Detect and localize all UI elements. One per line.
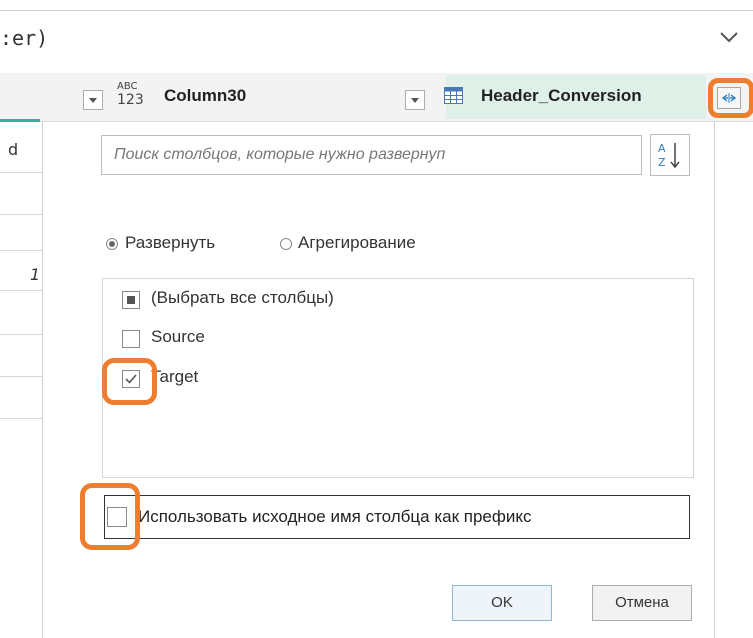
grid-row-line bbox=[0, 290, 42, 291]
grid-row-line bbox=[0, 334, 42, 335]
source-checkbox[interactable] bbox=[122, 330, 140, 348]
aggregate-mode-radio[interactable] bbox=[280, 238, 292, 250]
select-all-checkbox[interactable] bbox=[122, 291, 140, 309]
svg-text:A: A bbox=[658, 142, 666, 155]
data-grid-left bbox=[0, 122, 42, 638]
column-filter-dropdown-button[interactable] bbox=[405, 90, 425, 110]
aggregate-mode-label[interactable]: Агрегирование bbox=[298, 233, 416, 253]
list-item-label[interactable]: (Выбрать все столбцы) bbox=[151, 288, 334, 308]
ok-button[interactable]: OK bbox=[452, 585, 552, 621]
formula-text[interactable]: :er) bbox=[0, 26, 48, 50]
list-item-label[interactable]: Source bbox=[151, 327, 205, 347]
cancel-button[interactable]: Отмена bbox=[592, 585, 692, 621]
expand-mode-label[interactable]: Развернуть bbox=[125, 233, 215, 253]
grid-row-line bbox=[0, 214, 42, 215]
grid-row-line bbox=[0, 418, 42, 419]
grid-cell-header-fragment[interactable]: d bbox=[8, 140, 18, 159]
highlight-expand-button bbox=[708, 78, 753, 118]
formula-bar[interactable] bbox=[0, 10, 753, 74]
list-item-label[interactable]: Target bbox=[151, 367, 198, 387]
column-filter-dropdown-button[interactable] bbox=[83, 90, 103, 110]
grid-row-line bbox=[0, 376, 42, 377]
column-header-header-conversion[interactable]: Header_Conversion bbox=[481, 86, 642, 106]
grid-cell-value-fragment[interactable]: 1 bbox=[30, 265, 40, 284]
table-icon[interactable] bbox=[444, 87, 463, 104]
highlight-target-checkbox bbox=[102, 358, 157, 405]
search-columns-input[interactable]: Поиск столбцов, которые нужно развернуп bbox=[101, 135, 642, 175]
column-header-column30[interactable]: Column30 bbox=[164, 86, 246, 106]
grid-row-line bbox=[0, 250, 42, 251]
abc-123-type-icon[interactable]: ABC 123 bbox=[117, 81, 147, 115]
chevron-down-icon[interactable] bbox=[716, 24, 742, 50]
prefix-option-label[interactable]: Использовать исходное имя столбца как пр… bbox=[138, 507, 688, 527]
highlight-prefix-checkbox bbox=[80, 483, 140, 550]
sort-az-button[interactable]: A Z bbox=[650, 134, 690, 176]
type-icon-123: 123 bbox=[117, 92, 144, 108]
grid-row-line bbox=[0, 172, 42, 173]
type-icon-abc: ABC bbox=[117, 81, 138, 92]
svg-text:Z: Z bbox=[658, 156, 666, 169]
expand-mode-radio[interactable] bbox=[106, 238, 118, 250]
sort-az-icon: A Z bbox=[658, 142, 680, 169]
